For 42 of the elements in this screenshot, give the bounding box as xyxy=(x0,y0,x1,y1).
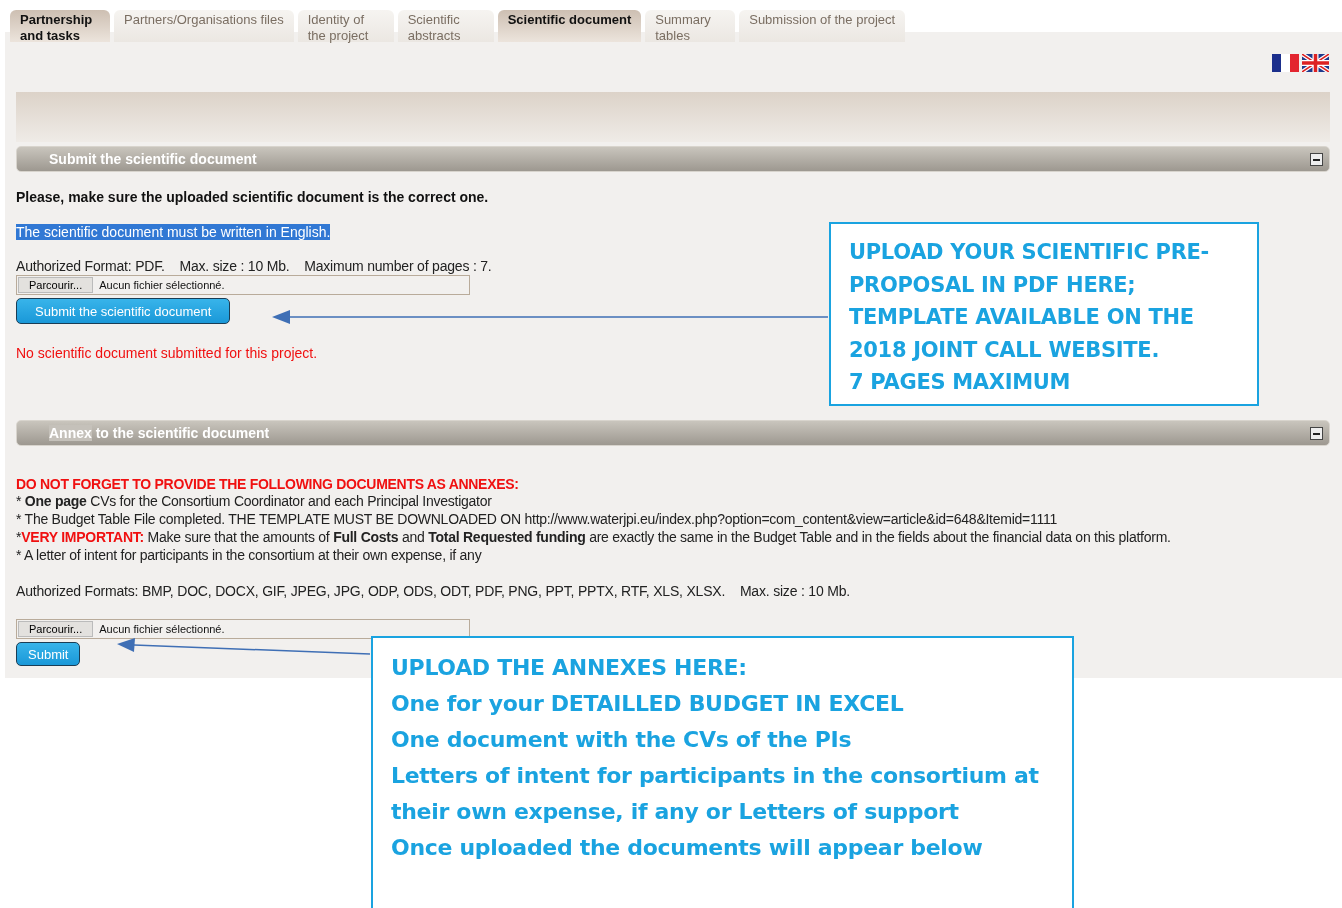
file-name-text: Aucun fichier sélectionné. xyxy=(99,279,225,291)
notice-text: Please, make sure the uploaded scientific document is the correct one. xyxy=(16,189,489,205)
status-text: No scientific document submitted for this project. xyxy=(16,345,318,361)
list-item: *One page CVs for the Consortium Coordinator and each Principal Investigator xyxy=(16,492,492,510)
callout-text: 7 PAGES MAXIMUM xyxy=(849,369,1072,396)
language-note: The scientific document must be written in English. xyxy=(16,224,331,240)
format-text: Authorized Formats: BMP, DOC, DOCX, GIF, JPEG, JPG, ODP, ODS, ODT, PDF, PNG, PPT, PPTX, RTF, XLS, XLSX. Max. size : 10 Mb. xyxy=(16,582,850,600)
section-title: Annex to the scientific document xyxy=(49,425,270,441)
tab[interactable]: Scientific abstracts xyxy=(397,10,494,42)
file-name-text: Aucun fichier sélectionné. xyxy=(99,623,225,635)
callout-text: Once uploaded the documents will appear below xyxy=(391,834,984,862)
browse-button[interactable]: Parcourir... xyxy=(18,621,94,637)
tab[interactable]: Submission of the project xyxy=(739,10,906,42)
collapse-icon[interactable] xyxy=(1310,426,1323,440)
british-flag-icon[interactable] xyxy=(1302,54,1329,72)
tab[interactable]: Identity of the project xyxy=(297,10,394,42)
format-text: Authorized Format: PDF. Max. size : 10 Mb. Maximum number of pages : 7. xyxy=(16,257,492,275)
section-title: Submit the scientific document xyxy=(49,151,257,167)
file-input[interactable]: Parcourir... Aucun fichier sélectionné. xyxy=(16,275,470,295)
callout-text: Letters of intent for participants in the consortium at xyxy=(391,762,1040,790)
tab[interactable]: Partnership and tasks xyxy=(10,10,110,42)
tab[interactable]: Summary tables xyxy=(645,10,736,42)
warning-text: DO NOT FORGET TO PROVIDE THE FOLLOWING DOCUMENTS AS ANNEXES: xyxy=(16,476,519,492)
file-input[interactable]: Parcourir... Aucun fichier sélectionné. xyxy=(16,619,470,639)
collapse-icon[interactable] xyxy=(1310,152,1323,166)
tab[interactable]: Partners/Organisations files xyxy=(114,10,294,42)
submit-button[interactable]: Submit xyxy=(16,642,81,666)
callout-text: PROPOSAL IN PDF HERE; xyxy=(849,271,1137,299)
tab[interactable]: Scientific document xyxy=(497,10,642,42)
browse-button[interactable]: Parcourir... xyxy=(18,277,94,293)
callout-text: 2018 JOINT CALL WEBSITE. xyxy=(849,336,1161,364)
callout-text: One for your DETAILLED BUDGET IN EXCEL xyxy=(391,690,905,718)
callout-text: UPLOAD YOUR SCIENTIFIC PRE- xyxy=(849,239,1210,266)
submit-button[interactable]: Submit the scientific document xyxy=(16,298,231,324)
callout-text: their own expense, if any or Letters of support xyxy=(391,798,960,826)
list-item: *VERY IMPORTANT: Make sure that the amounts of Full Costs and Total Requested funding are exactly the same in the Budget Table and in the fields about the financial data on this platform. xyxy=(16,528,1171,546)
callout-text: One document with the CVs of the PIs xyxy=(391,726,853,754)
callout-text: TEMPLATE AVAILABLE ON THE xyxy=(849,304,1195,331)
callout-text: UPLOAD THE ANNEXES HERE: xyxy=(391,654,748,682)
list-item: * A letter of intent for participants in the consortium at their own expense, if any xyxy=(16,546,482,564)
list-item: * The Budget Table File completed. THE TEMPLATE MUST BE DOWNLOADED ON http://www.waterjpi.eu/index.php?option=com_content&view=article&id=648&Itemid=1111 xyxy=(16,510,1058,528)
french-flag-icon[interactable] xyxy=(1272,54,1299,72)
